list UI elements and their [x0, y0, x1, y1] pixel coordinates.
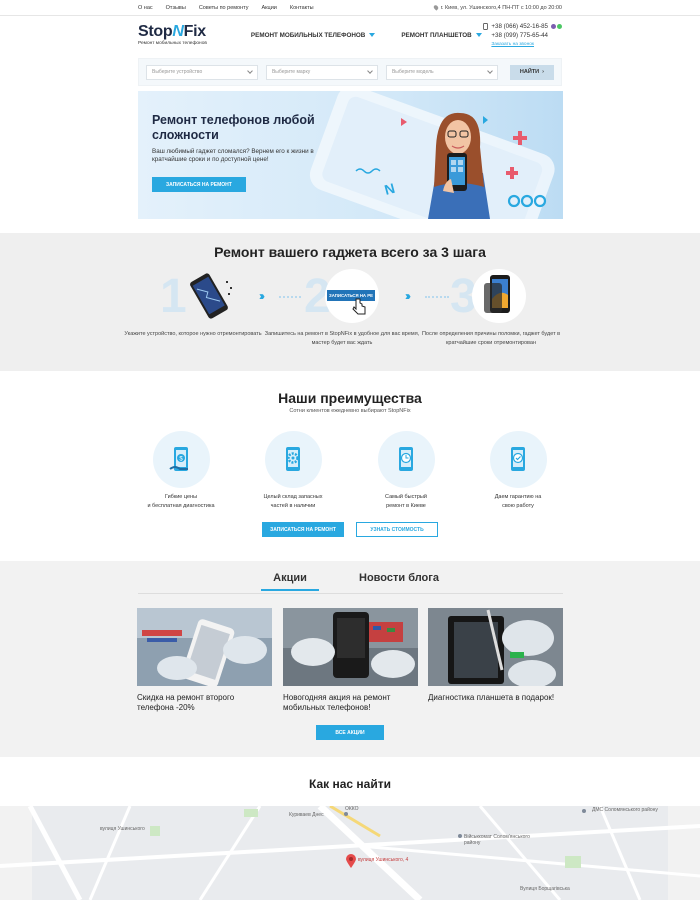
top-link-tips[interactable]: Советы по ремонту — [199, 5, 249, 11]
advantage-text: Даем гарантию на свою работу — [494, 494, 542, 509]
map-label: вулиця Ушинського — [100, 826, 145, 832]
whatsapp-icon[interactable] — [557, 23, 562, 29]
promo-image — [428, 608, 563, 686]
address-text: г. Киев, ул. Ушинского,4 ПН-ПТ с 10:00 д… — [440, 4, 562, 11]
tabs-divider — [138, 593, 563, 594]
page: О нас Отзывы Советы по ремонту Акции Кон… — [0, 0, 700, 900]
map-streets — [0, 806, 700, 900]
promo-card[interactable]: Скидка на ремонт второго телефона -20% — [137, 608, 272, 713]
hero-signup-button[interactable]: ЗАПИСАТЬСЯ НА РЕМОНТ — [152, 177, 246, 192]
brand-select[interactable]: Выберите марку — [265, 64, 378, 80]
advantage-item: Даем гарантию на свою работу — [463, 431, 573, 511]
advantage-item: Самый быстрый ремонт в Киеве — [351, 431, 461, 511]
promo-card[interactable]: Новогодняя акция на ремонт мобильных тел… — [283, 608, 418, 713]
phone-1[interactable]: +38 (066) 452-16-85 — [491, 22, 548, 31]
map-label: ОККО — [345, 806, 359, 812]
money-phone-icon: $ — [152, 431, 210, 488]
main-menu: РЕМОНТ МОБИЛЬНЫХ ТЕЛЕФОНОВ РЕМОНТ ПЛАНШЕ… — [251, 32, 482, 39]
dropdown-arrow-icon — [475, 33, 482, 37]
top-link-promos[interactable]: Акции — [261, 5, 276, 11]
step-text: Запишитесь на ремонт в StopNFix в удобно… — [264, 331, 420, 346]
advantage-text: Самый быстрый ремонт в Киеве — [385, 494, 427, 509]
chevron-down-icon — [487, 68, 493, 74]
viber-icon[interactable] — [551, 23, 556, 29]
tab-blog-news[interactable]: Новости блога — [359, 572, 439, 591]
hero-banner: N Ремонт телефонов любой сложности Ваш л… — [138, 91, 563, 219]
chevron-right-icon: › — [542, 69, 544, 75]
chevron-down-icon — [247, 68, 253, 74]
device-select[interactable]: Выберите устройство — [146, 64, 258, 80]
map-pin-icon[interactable] — [346, 854, 356, 868]
advantage-item: Целый склад запасных частей в наличии — [238, 431, 348, 511]
advantage-text: Гибкие цены и бесплатная диагностика — [147, 494, 215, 509]
menu-tablets-repair[interactable]: РЕМОНТ ПЛАНШЕТОВ — [401, 32, 482, 39]
steps-section: Ремонт вашего гаджета всего за 3 шага 1 … — [0, 233, 700, 371]
phone-icon — [483, 22, 489, 30]
chevron-down-icon — [367, 68, 373, 74]
callback-link[interactable]: Заказать на звонок — [483, 40, 562, 49]
top-nav: О нас Отзывы Советы по ремонту Акции Кон… — [138, 5, 314, 11]
promo-title: Новогодняя акция на ремонт мобильных тел… — [283, 693, 391, 712]
step-divider — [279, 296, 301, 298]
location-pin-icon — [432, 4, 439, 11]
step-text: После определения причины поломки, гадже… — [421, 331, 561, 346]
promos-section: Акции Новости блога Скидка на ремонт вто… — [0, 561, 700, 757]
get-price-button[interactable]: УЗНАТЬ СТОИМОСТЬ — [356, 522, 438, 537]
advantage-item: $ Гибкие цены и бесплатная диагностика — [126, 431, 236, 511]
phone-1-row: +38 (066) 452-16-85 — [483, 22, 562, 31]
promo-card[interactable]: Диагностика планшета в подарок! — [428, 608, 563, 703]
map-label: Вiйськкомат Солом'янського району — [464, 834, 530, 846]
phone-2[interactable]: +38 (099) 775-65-44 — [491, 31, 548, 40]
promo-tabs: Акции Новости блога — [0, 572, 700, 591]
promo-image — [137, 608, 272, 686]
logo[interactable]: StopNFix Ремонт мобильных телефонов — [138, 23, 207, 47]
broken-phone-icon — [182, 269, 236, 323]
step-text: Укажите устройство, которое нужно отремо… — [124, 331, 262, 337]
promo-title: Диагностика планшета в подарок! — [428, 693, 555, 702]
all-promos-button[interactable]: ВСЕ АКЦИИ — [316, 725, 384, 740]
gear-phone-icon — [264, 431, 322, 488]
logo-subtitle: Ремонт мобильных телефонов — [138, 41, 207, 46]
promo-title: Скидка на ремонт второго телефона -20% — [137, 693, 235, 712]
map-label: ДМС Соломянського району — [592, 807, 658, 813]
map-label: Вулиця Борщагівська — [520, 886, 570, 892]
dropdown-arrow-icon — [369, 33, 376, 37]
step-arrows-icon: ››› — [259, 289, 265, 303]
address: г. Киев, ул. Ушинского,4 ПН-ПТ с 10:00 д… — [432, 4, 562, 11]
advantages-subtitle: Сотни клиентов ежедневно выбирают StopNF… — [289, 408, 411, 414]
advantages-signup-button[interactable]: ЗАПИСАТЬСЯ НА РЕМОНТ — [262, 522, 344, 537]
device-search-bar: Выберите устройство Выберите марку Выбер… — [138, 58, 562, 86]
clock-phone-icon — [377, 431, 435, 488]
signup-click-icon: ЗАПИСАТЬСЯ НА РЕ — [325, 269, 379, 323]
menu-phones-repair[interactable]: РЕМОНТ МОБИЛЬНЫХ ТЕЛЕФОНОВ — [251, 32, 376, 39]
map-label: Куриваев Днес — [289, 812, 324, 818]
hero-text: Ваш любимый гаджет сломался? Вернем его … — [152, 148, 314, 163]
top-link-contacts[interactable]: Контакты — [290, 5, 314, 11]
step-divider — [425, 296, 449, 298]
find-us-section: Как нас найти — [0, 757, 700, 806]
repaired-phone-icon — [472, 269, 526, 323]
logo-text: StopNFix — [138, 23, 206, 40]
map[interactable]: ОККО Куриваев Днес ДМС Соломянського рай… — [0, 806, 700, 900]
advantages-title: Наши преимущества — [278, 390, 422, 406]
find-us-title: Как нас найти — [309, 777, 391, 791]
tab-promos[interactable]: Акции — [261, 572, 320, 591]
model-select[interactable]: Выберите модель — [385, 64, 498, 80]
check-phone-icon — [489, 431, 547, 488]
promo-image — [283, 608, 418, 686]
map-pin-label: вулиця Ушинського, 4 — [358, 857, 409, 863]
top-bar: О нас Отзывы Советы по ремонту Акции Кон… — [0, 0, 700, 16]
advantage-text: Целый склад запасных частей в наличии — [263, 494, 323, 509]
advantages-section: Наши преимущества Сотни клиентов ежеднев… — [0, 371, 700, 561]
phone-2-row: +38 (099) 775-65-44 — [483, 31, 562, 40]
hero-title: Ремонт телефонов любой сложности — [152, 113, 315, 142]
top-link-about[interactable]: О нас — [138, 5, 153, 11]
search-button[interactable]: НАЙТИ › — [509, 64, 555, 80]
steps-title: Ремонт вашего гаджета всего за 3 шага — [214, 244, 486, 260]
header: StopNFix Ремонт мобильных телефонов РЕМО… — [0, 16, 700, 54]
step-arrows-icon: ››› — [405, 289, 411, 303]
phones: +38 (066) 452-16-85 +38 (099) 775-65-44 … — [483, 22, 562, 49]
top-link-reviews[interactable]: Отзывы — [166, 5, 186, 11]
